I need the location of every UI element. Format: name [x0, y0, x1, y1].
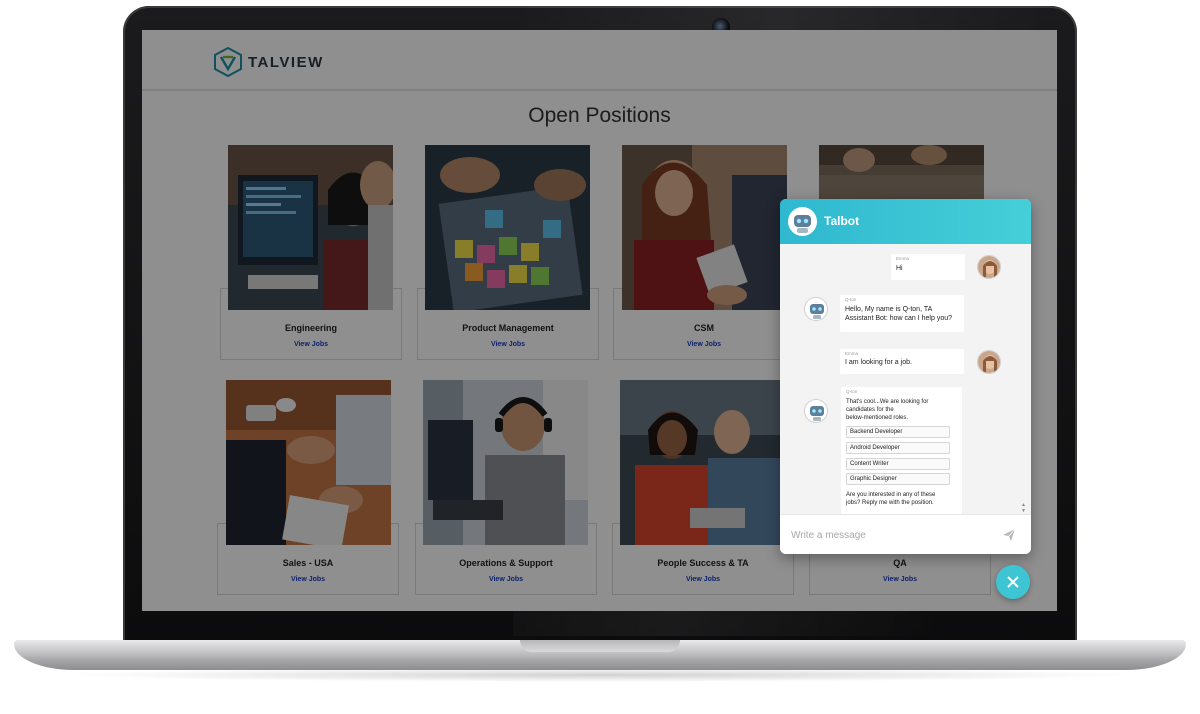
close-chat-button[interactable]	[996, 565, 1030, 599]
card-title: Engineering	[284, 323, 337, 333]
bot-avatar	[788, 207, 817, 236]
card-title: Product Management	[462, 323, 554, 333]
card-title: People Success & TA	[657, 558, 749, 568]
chat-title: Talbot	[824, 214, 860, 228]
message-line: jobs? Reply me with the position.	[846, 500, 934, 506]
card-title: QA	[893, 558, 907, 568]
user-avatar	[977, 350, 1001, 374]
role-option-content-writer[interactable]: Content Writer	[846, 458, 950, 470]
user-avatar	[977, 255, 1001, 279]
logo-text: TALVIEW	[248, 53, 324, 71]
view-jobs-link[interactable]: View Jobs	[218, 576, 398, 583]
robot-icon	[794, 215, 811, 233]
photo-csm	[622, 145, 787, 310]
message-text: Hi	[896, 265, 903, 272]
sender-name: Q-ton	[845, 297, 857, 302]
paper-plane-icon[interactable]	[1002, 528, 1016, 542]
bot-avatar-small	[804, 297, 828, 321]
bot-avatar-small	[804, 399, 828, 423]
view-jobs-link[interactable]: View Jobs	[221, 341, 401, 348]
laptop-notch	[520, 640, 680, 652]
card-title: Sales - USA	[282, 558, 334, 568]
chat-messages[interactable]: Emma Hi Q-ton Hello, My name is Q-ton, T…	[780, 244, 1031, 514]
message-input[interactable]	[791, 527, 986, 543]
chat-input-bar	[780, 514, 1031, 554]
view-jobs-link[interactable]: View Jobs	[614, 341, 794, 348]
card-title: Operations & Support	[459, 558, 553, 568]
close-icon	[1007, 576, 1019, 588]
page-title: Open Positions	[528, 104, 671, 127]
photo-people-success	[620, 380, 785, 545]
view-jobs-link[interactable]: View Jobs	[418, 341, 598, 348]
message-line: below-mentioned roles.	[846, 415, 909, 421]
bot-message: Q-ton Hello, My name is Q-ton, TA Assist…	[840, 295, 964, 332]
site-header: TALVIEW	[142, 30, 1057, 91]
talview-logo[interactable]: TALVIEW	[214, 47, 324, 77]
view-jobs-link[interactable]: View Jobs	[416, 576, 596, 583]
chat-widget: Talbot Emma Hi Q-ton Hello, My name is Q…	[780, 199, 1031, 554]
user-message: Emma Hi	[891, 254, 965, 280]
photo-product-management	[425, 145, 590, 310]
view-jobs-link[interactable]: View Jobs	[810, 576, 990, 583]
card-title: CSM	[694, 323, 714, 333]
bot-message-roles: Q-ton That's cool...We are looking for c…	[841, 387, 962, 514]
laptop-shadow	[60, 668, 1140, 682]
talview-logo-icon	[214, 47, 242, 77]
photo-sales	[226, 380, 391, 545]
photo-engineering	[228, 145, 393, 310]
sender-name: Emma	[896, 256, 910, 261]
role-option-android-developer[interactable]: Android Developer	[846, 442, 950, 454]
role-option-backend-developer[interactable]: Backend Developer	[846, 426, 950, 438]
view-jobs-link[interactable]: View Jobs	[613, 576, 793, 583]
sender-name: Q-ton	[846, 389, 858, 394]
message-text: I am looking for a job.	[845, 359, 912, 366]
role-option-graphic-designer[interactable]: Graphic Designer	[846, 473, 950, 485]
chat-header: Talbot	[780, 199, 1031, 244]
sender-name: Emma	[845, 351, 859, 356]
message-line: Hello, My name is Q-ton, TA	[845, 306, 933, 313]
user-message: Emma I am looking for a job.	[840, 349, 964, 374]
photo-operations	[423, 380, 588, 545]
message-line: Assistant Bot: how can I help you?	[845, 314, 953, 322]
